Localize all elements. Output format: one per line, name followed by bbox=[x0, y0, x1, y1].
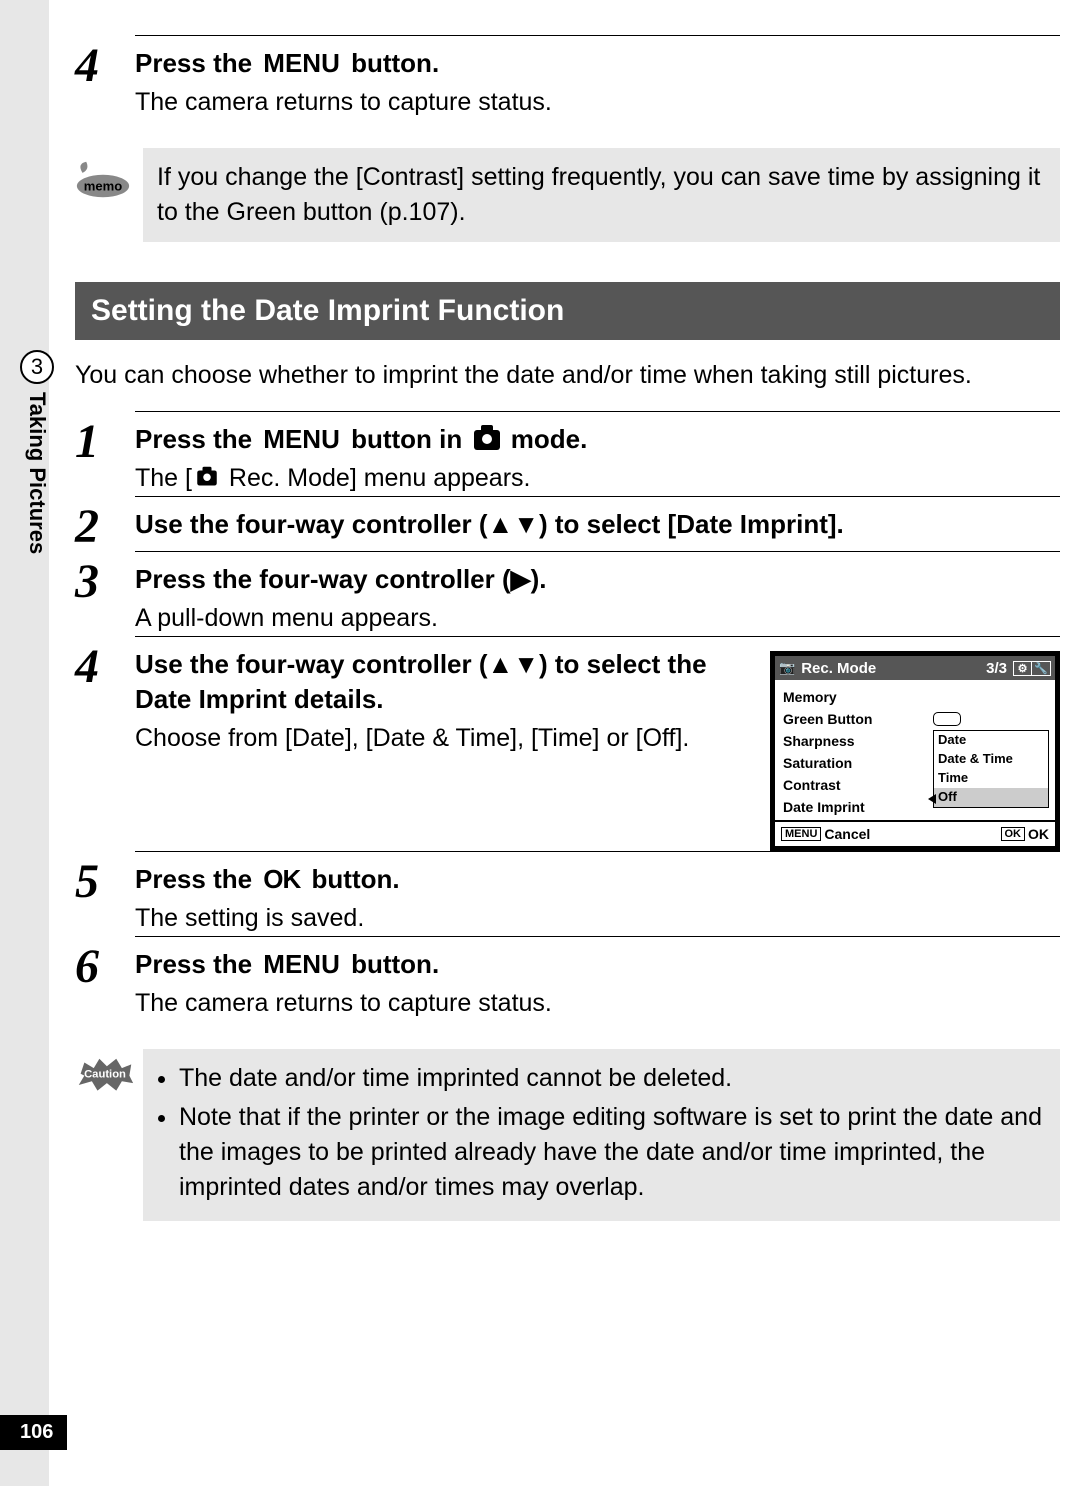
menu-item-sharpness: Sharpness bbox=[783, 733, 891, 749]
caution-line-1: The date and/or time imprinted cannot be… bbox=[179, 1061, 1046, 1096]
section-heading: Setting the Date Imprint Function bbox=[75, 282, 1060, 340]
section-intro: You can choose whether to imprint the da… bbox=[75, 358, 1060, 393]
memo-icon: memo bbox=[75, 158, 131, 199]
ok-label: OK bbox=[1028, 826, 1049, 842]
menu-item-contrast: Contrast bbox=[783, 777, 891, 793]
caution-block: Caution The date and/or time imprinted c… bbox=[75, 1049, 1060, 1221]
ok-button-text: OK bbox=[263, 862, 300, 897]
camera-screen-footer: MENU Cancel OK OK bbox=[775, 820, 1055, 846]
step-1: 1 Press the MENU button in mode. The [ R… bbox=[75, 418, 1060, 496]
step-3: 3 Press the four-way controller (▶). A p… bbox=[75, 558, 1060, 636]
chapter-number: 3 bbox=[20, 350, 54, 384]
chapter-tab: 3 Taking Pictures bbox=[20, 350, 54, 554]
memo-text: If you change the [Contrast] setting fre… bbox=[143, 148, 1060, 242]
dropdown-option-time: Time bbox=[934, 769, 1048, 788]
svg-text:Caution: Caution bbox=[84, 1069, 126, 1081]
step-number: 5 bbox=[75, 858, 135, 906]
step-title-suffix: button. bbox=[344, 46, 439, 81]
menu-button-text: MENU bbox=[263, 46, 340, 81]
step-5: 5 Press the OK button. The setting is sa… bbox=[75, 858, 1060, 936]
left-arrow-icon bbox=[928, 794, 936, 804]
ok-button-box: OK bbox=[1001, 827, 1026, 841]
menu-item-saturation: Saturation bbox=[783, 755, 891, 771]
dropdown-option-date-time: Date & Time bbox=[934, 750, 1048, 769]
step-number: 3 bbox=[75, 558, 135, 606]
page-gutter bbox=[0, 0, 49, 1486]
camera-icon bbox=[474, 430, 500, 450]
tab-icons: ⚙🔧 bbox=[1013, 661, 1051, 676]
step-number: 6 bbox=[75, 943, 135, 991]
menu-item-green-button: Green Button bbox=[783, 711, 891, 727]
step-6: 6 Press the MENU button. The camera retu… bbox=[75, 943, 1060, 1021]
menu-item-memory: Memory bbox=[783, 689, 891, 705]
camera-icon bbox=[197, 471, 217, 486]
menu-item-date-imprint: Date Imprint bbox=[783, 799, 891, 815]
step-number: 4 bbox=[75, 643, 135, 691]
dropdown-option-date: Date bbox=[934, 731, 1048, 750]
camera-icon: 📷 bbox=[779, 660, 795, 676]
step-4a: 4 Press the MENU button. The camera retu… bbox=[75, 42, 1060, 120]
menu-button-box: MENU bbox=[781, 827, 821, 841]
step-number: 2 bbox=[75, 503, 135, 551]
memo-block: memo If you change the [Contrast] settin… bbox=[75, 148, 1060, 242]
dropdown-option-off: Off bbox=[934, 788, 1048, 807]
svg-text:memo: memo bbox=[84, 179, 122, 194]
chapter-label: Taking Pictures bbox=[24, 392, 50, 554]
step-desc: The camera returns to capture status. bbox=[135, 85, 1060, 120]
caution-text: The date and/or time imprinted cannot be… bbox=[143, 1049, 1060, 1221]
camera-screen: 📷 Rec. Mode 3/3 ⚙🔧 Memory Green Button S… bbox=[770, 651, 1060, 851]
step-number: 4 bbox=[75, 42, 135, 90]
page-number: 106 bbox=[0, 1415, 67, 1450]
date-imprint-dropdown: Date Date & Time Time Off bbox=[933, 730, 1049, 808]
green-button-slot-icon bbox=[933, 712, 961, 726]
step-4: 4 Use the four-way controller (▲▼) to se… bbox=[75, 643, 1060, 851]
caution-line-2: Note that if the printer or the image ed… bbox=[179, 1100, 1046, 1205]
caution-icon: Caution bbox=[75, 1055, 135, 1093]
step-title-prefix: Press the bbox=[135, 46, 259, 81]
step-2: 2 Use the four-way controller (▲▼) to se… bbox=[75, 503, 1060, 551]
menu-button-text: MENU bbox=[263, 422, 340, 457]
camera-screen-page: 3/3 bbox=[986, 660, 1007, 677]
menu-button-text: MENU bbox=[263, 947, 340, 982]
camera-screen-title: Rec. Mode bbox=[801, 660, 876, 677]
step-number: 1 bbox=[75, 418, 135, 466]
camera-screen-header: 📷 Rec. Mode 3/3 ⚙🔧 bbox=[775, 656, 1055, 680]
cancel-label: Cancel bbox=[824, 826, 870, 842]
